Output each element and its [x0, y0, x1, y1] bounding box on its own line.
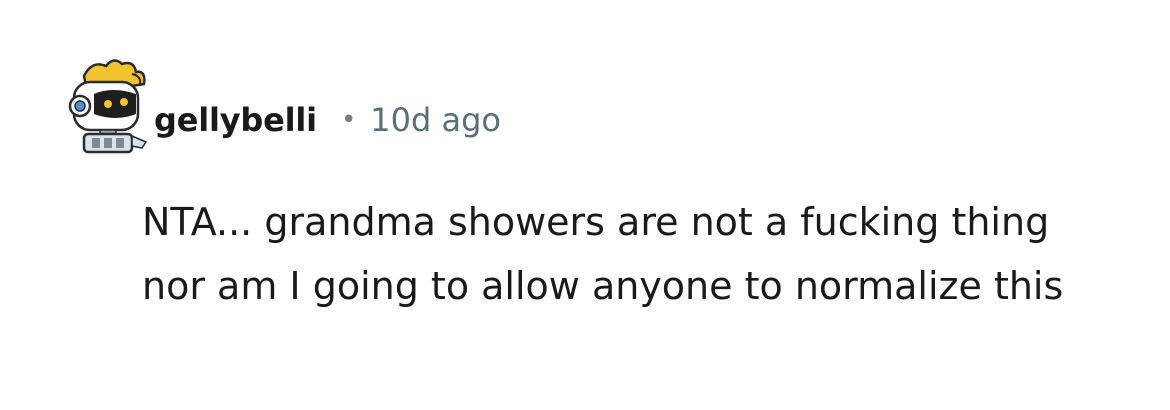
comment-body-line: nor am I going to allow anyone to normal… — [142, 264, 1064, 308]
comment-age[interactable]: 10d ago — [370, 101, 501, 139]
meta-separator: • — [340, 105, 357, 135]
comment-body: NTA... grandma showers are not a fucking… — [142, 190, 1142, 318]
comment-meta: gellybelli • 10d ago — [154, 98, 501, 142]
author-username[interactable]: gellybelli — [154, 101, 317, 139]
comment: gellybelli • 10d ago NTA... grandma show… — [0, 0, 1170, 410]
comment-body-line: NTA... grandma showers are not a fucking… — [142, 200, 1050, 244]
robot-avatar-icon[interactable] — [62, 56, 154, 156]
